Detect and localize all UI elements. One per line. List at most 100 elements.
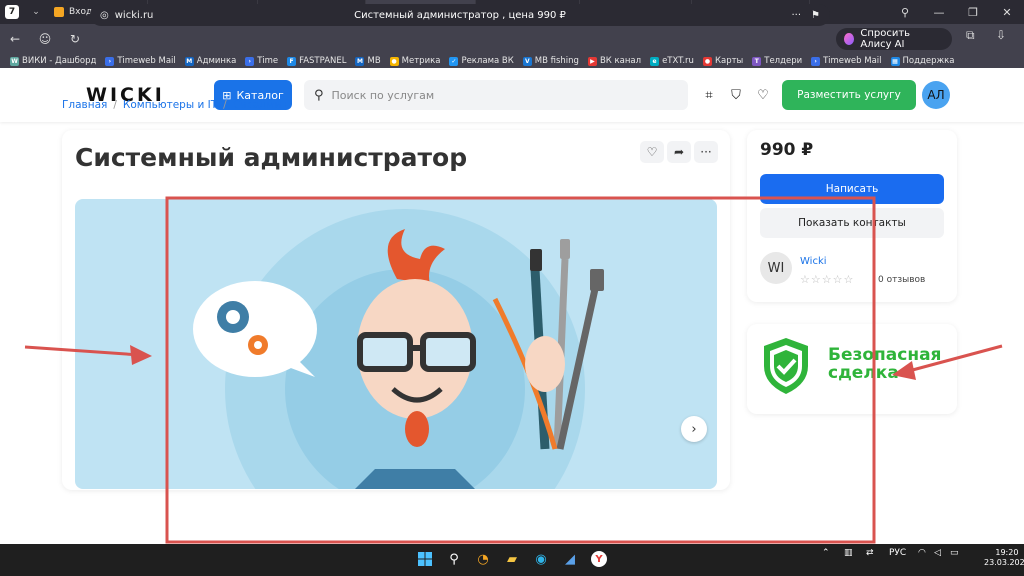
bookmark-item[interactable]: ● Метрика	[389, 56, 441, 66]
bookmark-item[interactable]: M MB	[355, 56, 381, 66]
tray-app-icon[interactable]: ▥	[844, 548, 853, 558]
breadcrumb-subcategory[interactable]: Сисадмин	[233, 99, 288, 111]
bookmark-favicon-icon: ●	[702, 56, 712, 66]
reload-icon[interactable]: ↻	[60, 24, 90, 54]
bookmark-item[interactable]: ● Карты	[702, 56, 744, 66]
tabs-dropdown-icon[interactable]: ⌄	[24, 0, 48, 24]
user-avatar[interactable]: АЛ	[922, 81, 950, 109]
bookmark-favicon-icon: ●	[389, 56, 399, 66]
price: 990 ₽	[760, 140, 814, 160]
bookmark-collection-icon[interactable]: ⚲	[888, 0, 922, 24]
collections-icon[interactable]: ⧉	[966, 28, 975, 43]
bookmark-item[interactable]: ✓ Реклама ВК	[449, 56, 514, 66]
favorites-icon[interactable]: ♡	[754, 86, 772, 104]
close-window-icon[interactable]: ✕	[990, 0, 1024, 24]
clock-time: 19:20	[995, 548, 1019, 557]
bookmark-favicon-icon: ▶	[587, 56, 597, 66]
bookmark-favicon-icon: ›	[105, 56, 115, 66]
more-actions-icon[interactable]: ···	[694, 141, 718, 163]
bookmark-label: Метрика	[401, 56, 441, 66]
clock-app-icon[interactable]: ◔	[472, 548, 494, 570]
bookmark-item[interactable]: W ВИКИ - Дашборд	[10, 56, 96, 66]
maximize-icon[interactable]: ❐	[956, 0, 990, 24]
page-title: Системный администратор	[75, 143, 468, 172]
bookmark-favicon-icon: T	[752, 56, 762, 66]
like-icon[interactable]: ♡	[640, 141, 664, 163]
yandex-browser-icon[interactable]: Y	[588, 548, 610, 570]
bookmark-item[interactable]: T Телдери	[752, 56, 802, 66]
shield-check-icon	[764, 338, 808, 394]
more-icon[interactable]: ···	[791, 10, 801, 21]
windows-start-icon[interactable]	[414, 548, 436, 570]
seller-avatar[interactable]: WI	[760, 252, 792, 284]
window-controls: ⚲ — ❐ ✕	[888, 0, 1024, 24]
cart-icon[interactable]: ⛉	[727, 86, 745, 104]
search-input[interactable]: ⚲ Поиск по услугам	[304, 80, 688, 110]
reviews-count[interactable]: 0 отзывов	[878, 275, 925, 285]
bookmark-item[interactable]: e eTXT.ru	[650, 56, 694, 66]
tray-chevron-icon[interactable]: ⌃	[822, 548, 830, 558]
bookmark-item[interactable]: M Админка	[184, 56, 237, 66]
search-icon: ⚲	[314, 87, 324, 103]
safe-deal-line2: сделка	[828, 363, 899, 383]
bookmark-label: FASTPANEL	[299, 56, 347, 66]
bookmark-favicon-icon: M	[355, 56, 365, 66]
bookmark-favicon-icon: e	[650, 56, 660, 66]
bookmark-label: Реклама ВК	[461, 56, 514, 66]
minimize-icon[interactable]: —	[922, 0, 956, 24]
show-contacts-button[interactable]: Показать контакты	[760, 208, 944, 238]
mail-icon	[54, 7, 64, 17]
safe-deal-label: Безопасная сделка	[828, 346, 941, 382]
bookmark-label: Карты	[714, 56, 744, 66]
volume-icon[interactable]: ◁	[934, 548, 941, 558]
bookmark-label: eTXT.ru	[662, 56, 694, 66]
safe-deal-line1: Безопасная	[828, 345, 942, 365]
back-icon[interactable]: ←	[0, 24, 30, 54]
breadcrumb-category[interactable]: Компьютеры и IT	[123, 99, 217, 111]
bookmark-favicon-icon: W	[10, 56, 19, 66]
bookmark-item[interactable]: › Time	[245, 56, 278, 66]
file-explorer-icon[interactable]: ▰	[501, 548, 523, 570]
seller-name[interactable]: Wicki	[800, 256, 827, 267]
sysadmin-illustration	[193, 209, 604, 489]
tray-sync-icon[interactable]: ⇄	[866, 548, 874, 558]
bookmark-label: Админка	[196, 56, 237, 66]
place-service-button[interactable]: Разместить услугу	[782, 80, 916, 110]
write-button[interactable]: Написать	[760, 174, 944, 204]
browser-menu-icon[interactable]: 7	[0, 0, 24, 24]
url-text: wicki.ru	[114, 9, 154, 21]
share-icon[interactable]: ➦	[667, 141, 691, 163]
bookmark-label: MB fishing	[534, 56, 579, 66]
language-indicator[interactable]: РУС	[889, 548, 906, 558]
bookmark-favicon-icon: M	[184, 56, 194, 66]
bookmark-item[interactable]: ▶ ВК канал	[587, 56, 642, 66]
breadcrumb-sep: /	[223, 99, 227, 111]
messages-icon[interactable]: ⌗	[700, 86, 718, 104]
edge-icon[interactable]: ◉	[530, 548, 552, 570]
bookmark-label: Time	[257, 56, 279, 66]
clock-date: 23.03.2026	[984, 558, 1024, 567]
breadcrumb-sep: /	[113, 99, 117, 111]
bookmark-item[interactable]: V MB fishing	[522, 56, 579, 66]
battery-icon[interactable]: ▭	[950, 548, 959, 558]
ask-alice-button[interactable]: Спросить Алису AI	[836, 28, 952, 50]
alice-icon	[844, 33, 855, 45]
search-taskbar-icon[interactable]: ⚲	[443, 548, 465, 570]
wifi-icon[interactable]: ◠	[918, 548, 926, 558]
next-image-button[interactable]: ›	[681, 416, 707, 442]
bookmark-label: MB	[367, 56, 381, 66]
bookmark-favicon-icon: V	[522, 56, 532, 66]
breadcrumb: Главная / Компьютеры и IT / Сисадмин	[62, 99, 288, 111]
profile-icon[interactable]: ☺	[30, 24, 60, 54]
bookmark-item[interactable]: ▦ Поддержка	[890, 56, 955, 66]
bookmark-label: ВК канал	[599, 56, 642, 66]
downloads-icon[interactable]: ⇩	[996, 28, 1006, 42]
bookmark-item[interactable]: › Timeweb Mail	[105, 56, 176, 66]
bookmark-item[interactable]: F FASTPANEL	[287, 56, 346, 66]
breadcrumb-home[interactable]: Главная	[62, 99, 107, 111]
app-icon[interactable]: ◢	[559, 548, 581, 570]
bookmark-icon[interactable]: ⚑	[811, 10, 820, 21]
taskbar-clock[interactable]: 19:2023.03.2026	[984, 548, 1024, 568]
bookmark-item[interactable]: › Timeweb Mail	[811, 56, 882, 66]
url-field[interactable]: ◎ wicki.ru Системный администратор , цен…	[90, 4, 830, 26]
